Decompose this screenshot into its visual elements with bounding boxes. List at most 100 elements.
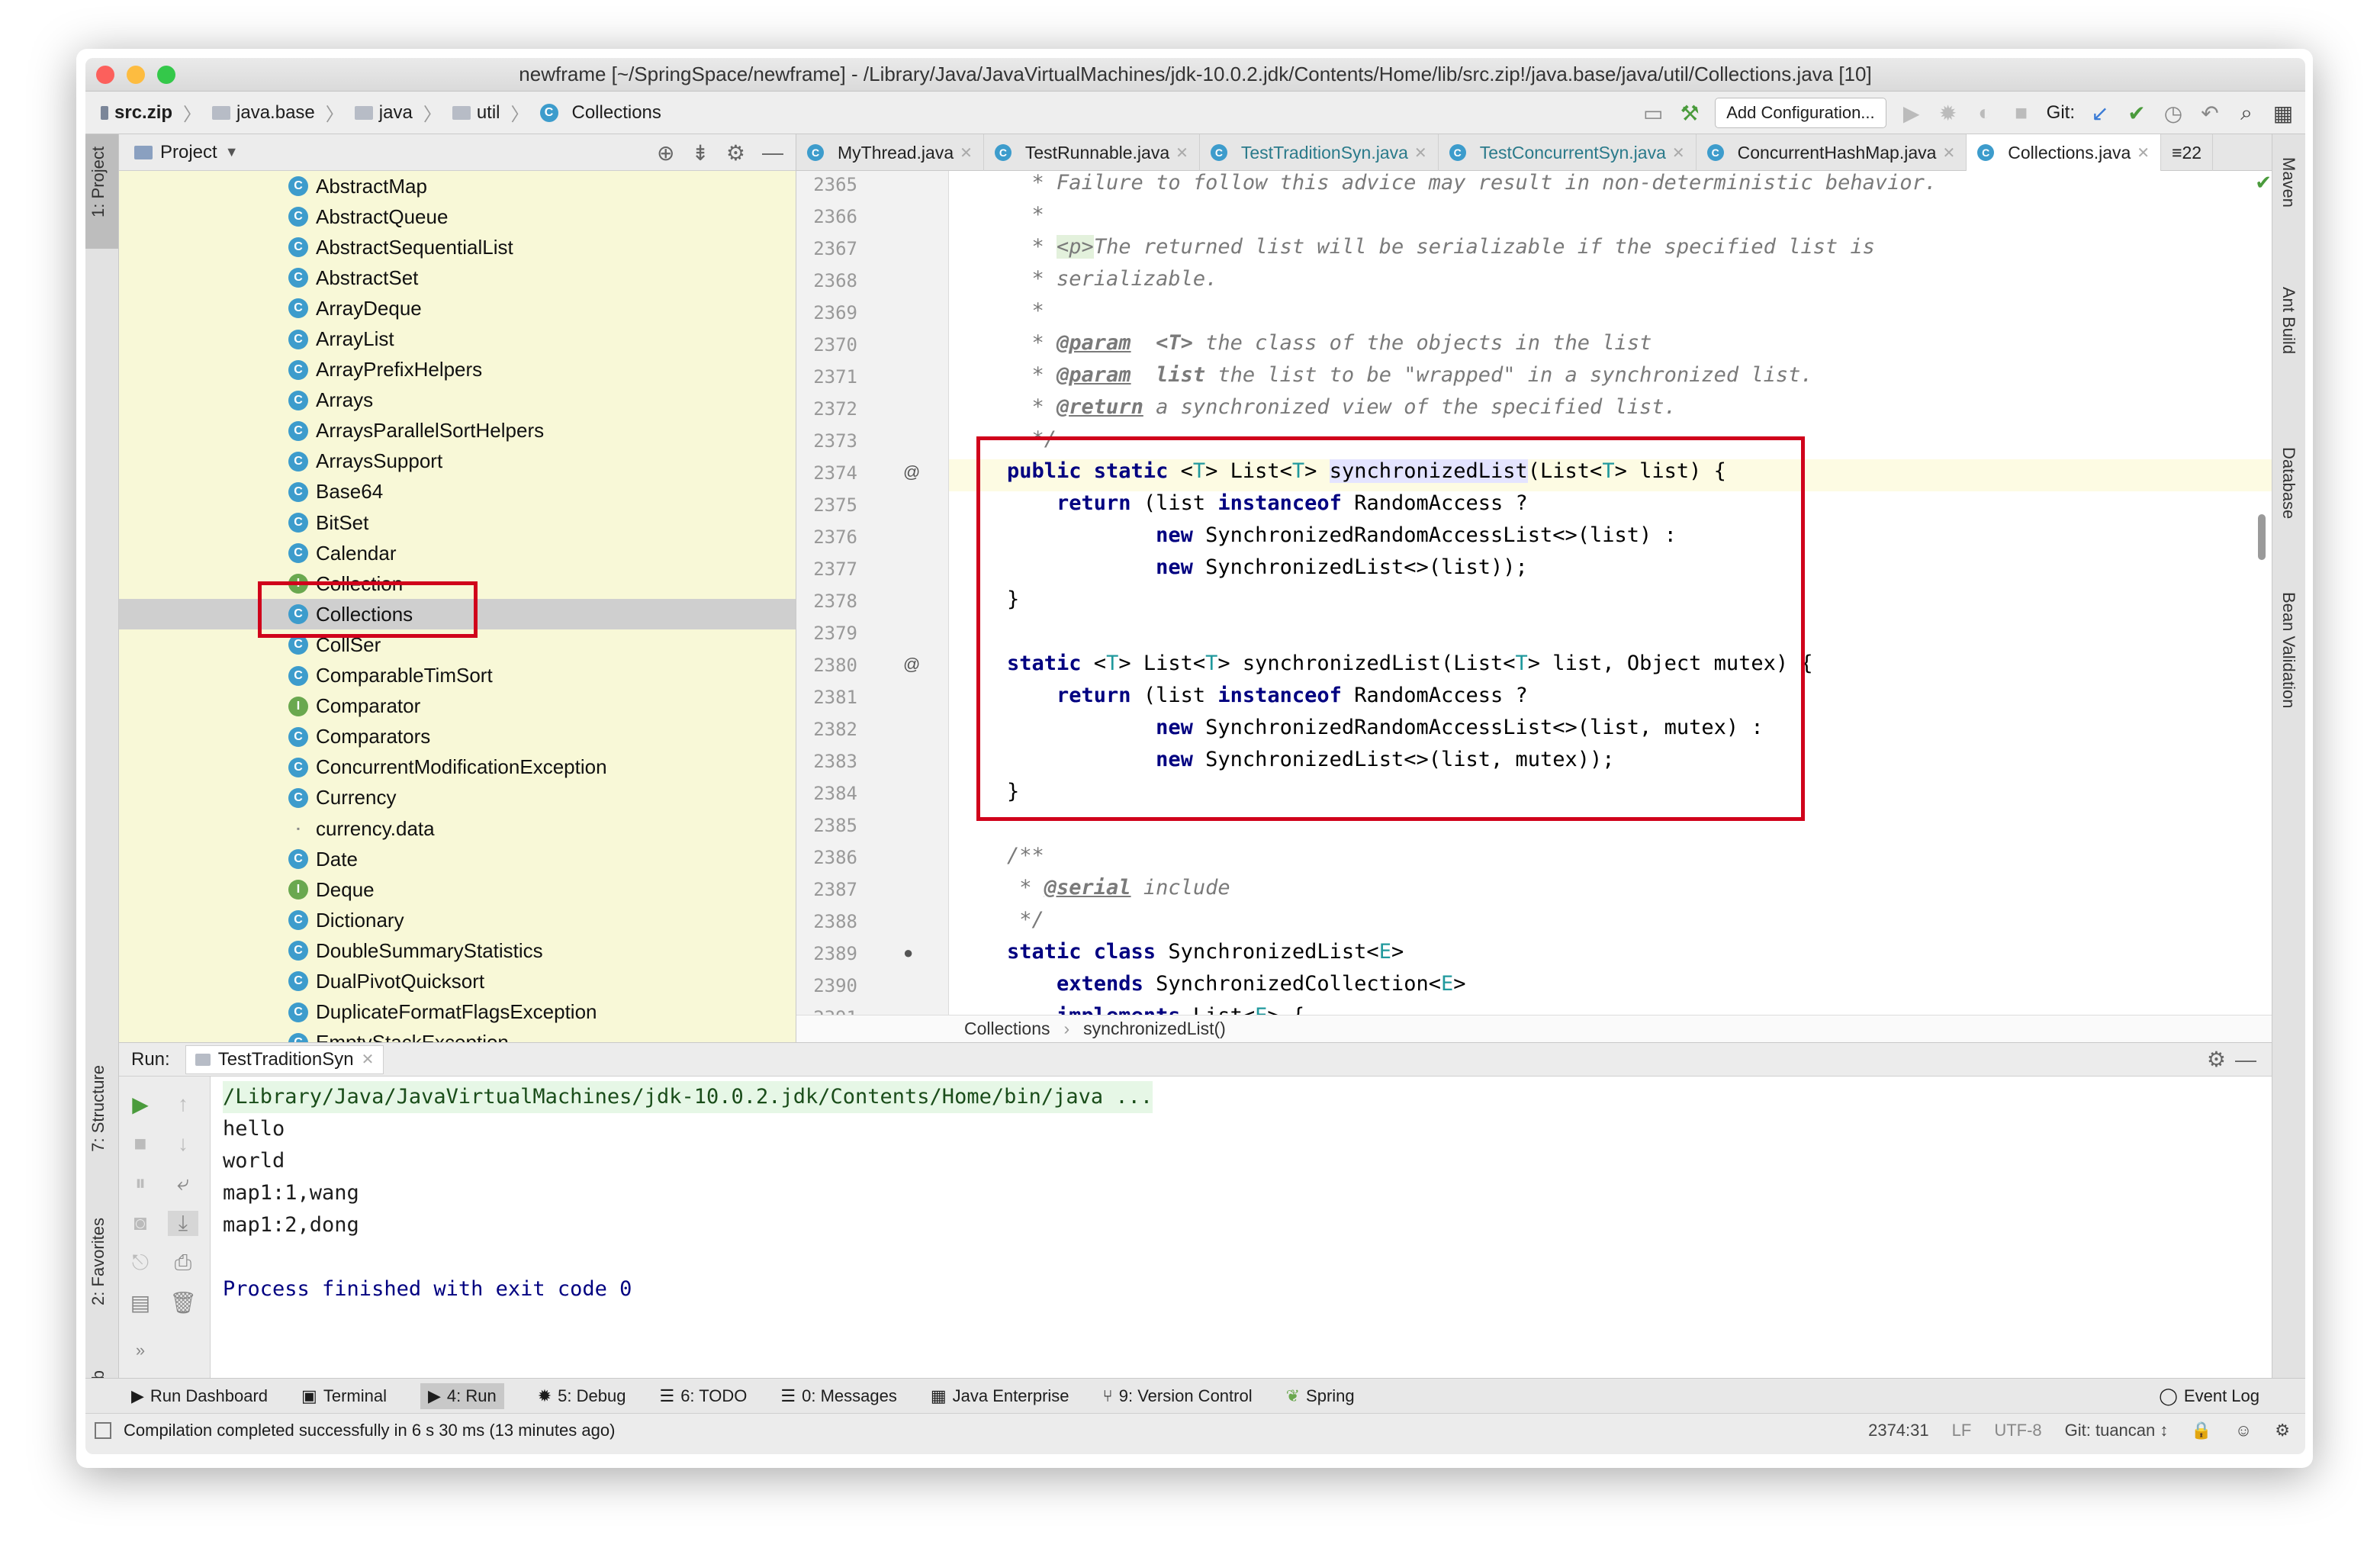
stop-icon[interactable]: ■ — [2010, 101, 2033, 125]
editor-breadcrumb-method[interactable]: synchronizedList() — [1083, 1019, 1226, 1039]
close-window-button[interactable] — [96, 66, 114, 84]
project-panel-title[interactable]: Project — [160, 142, 217, 163]
trash-icon[interactable]: 🗑 — [168, 1290, 198, 1315]
breadcrumb-java-base[interactable]: java.base — [236, 102, 315, 124]
tree-item[interactable]: C ArrayList — [119, 323, 796, 354]
editor-scrollbar[interactable] — [2258, 514, 2266, 560]
tree-item[interactable]: C DuplicateFormatFlagsException — [119, 997, 796, 1028]
git-update-icon[interactable]: ↙ — [2089, 101, 2111, 126]
hide-icon[interactable]: — — [762, 140, 783, 166]
tool-tab-database[interactable]: Database — [2279, 447, 2298, 519]
tool-tab-run[interactable]: ▶ 4: Run — [420, 1382, 504, 1409]
debug-icon[interactable]: ✹ — [1937, 101, 1960, 126]
tree-item[interactable]: C ArrayDeque — [119, 293, 796, 323]
gear-icon[interactable]: ⚙ — [2207, 1047, 2226, 1072]
pause-icon[interactable]: ⏸ — [125, 1171, 156, 1196]
arrow-down-icon[interactable]: ↓ — [168, 1131, 198, 1156]
tool-tab-todo[interactable]: ☰ 6: TODO — [659, 1386, 747, 1406]
project-structure-icon[interactable]: ▦ — [2272, 101, 2295, 126]
breadcrumb-collections[interactable]: Collections — [572, 102, 661, 124]
hide-icon[interactable]: — — [2235, 1048, 2256, 1072]
tree-item[interactable]: C ConcurrentModificationException — [119, 752, 796, 783]
file-encoding[interactable]: UTF-8 — [1994, 1421, 2041, 1440]
tree-item[interactable]: C BitSet — [119, 507, 796, 538]
close-icon[interactable]: ✕ — [362, 1050, 375, 1069]
gear-icon[interactable]: ⚙ — [726, 140, 745, 166]
tree-item[interactable]: C EmptyStackException — [119, 1028, 796, 1042]
breadcrumb-src-zip[interactable]: src.zip — [114, 102, 172, 124]
revert-icon[interactable]: ↶ — [2198, 101, 2221, 126]
tabs-overflow-button[interactable]: ≡22 — [2161, 134, 2214, 171]
caret-position[interactable]: 2374:31 — [1868, 1421, 1929, 1440]
soft-wrap-icon[interactable]: ⤶ — [168, 1171, 198, 1196]
tree-item[interactable]: C Arrays — [119, 385, 796, 416]
layout-icon[interactable]: ▤ — [125, 1290, 156, 1315]
event-log-button[interactable]: ◯ Event Log — [2159, 1386, 2259, 1406]
run-icon[interactable]: ▶ — [1900, 101, 1923, 126]
print-icon[interactable]: ⎙ — [168, 1250, 198, 1276]
close-icon[interactable]: ✕ — [960, 143, 973, 163]
breadcrumb-java[interactable]: java — [379, 102, 413, 124]
editor-breadcrumb-class[interactable]: Collections — [964, 1019, 1050, 1039]
tool-tab-terminal[interactable]: ▣ Terminal — [301, 1386, 387, 1406]
rerun-icon[interactable]: ▶ — [125, 1092, 156, 1117]
close-icon[interactable]: ✕ — [1672, 143, 1685, 163]
tree-item[interactable]: C ComparableTimSort — [119, 661, 796, 691]
close-icon[interactable]: ✕ — [1414, 143, 1427, 163]
chevron-down-icon[interactable]: ▼ — [225, 144, 239, 160]
stop-icon[interactable]: ■ — [125, 1131, 156, 1156]
override-marker-icon[interactable]: @ — [903, 655, 920, 674]
code-area[interactable]: * Failure to follow this advice may resu… — [949, 171, 2272, 1015]
git-branch[interactable]: Git: tuancan ↕ — [2065, 1421, 2169, 1440]
tree-item[interactable]: C AbstractMap — [119, 171, 796, 201]
tree-item[interactable]: I Deque — [119, 874, 796, 905]
add-configuration-button[interactable]: Add Configuration... — [1715, 98, 1886, 128]
tool-tab-project[interactable]: 1: Project — [88, 146, 108, 217]
tool-tab-version-control[interactable]: ⑂ 9: Version Control — [1103, 1386, 1253, 1406]
line-separator[interactable]: LF — [1952, 1421, 1972, 1440]
tree-item[interactable]: ▪ currency.data — [119, 813, 796, 844]
locate-icon[interactable]: ⊕ — [657, 140, 674, 166]
editor-tab[interactable]: C ConcurrentHashMap.java ✕ — [1697, 134, 1967, 171]
tree-item[interactable]: I Comparator — [119, 691, 796, 722]
tree-item[interactable]: C Currency — [119, 783, 796, 813]
arrow-up-icon[interactable]: ↑ — [168, 1092, 198, 1116]
tree-item[interactable]: C AbstractSequentialList — [119, 232, 796, 262]
tool-tab-structure[interactable]: 7: Structure — [88, 1065, 108, 1152]
tool-tab-bean-validation[interactable]: Bean Validation — [2279, 592, 2298, 709]
tool-tab-spring[interactable]: ❦ Spring — [1286, 1386, 1355, 1406]
tool-tab-run-dashboard[interactable]: ▶ Run Dashboard — [131, 1386, 268, 1406]
override-marker-icon[interactable]: @ — [903, 462, 920, 482]
tool-tab-java-enterprise[interactable]: ▦ Java Enterprise — [931, 1386, 1069, 1406]
lock-icon[interactable]: 🔒 — [2191, 1421, 2211, 1440]
tree-item[interactable]: C Dictionary — [119, 905, 796, 935]
editor-tab[interactable]: C MyThread.java ✕ — [796, 134, 984, 171]
tool-windows-toggle-icon[interactable] — [95, 1421, 111, 1439]
close-icon[interactable]: ✕ — [1176, 143, 1188, 163]
tool-tab-messages[interactable]: ☰ 0: Messages — [780, 1386, 896, 1406]
zoom-window-button[interactable] — [157, 66, 175, 84]
terminal-icon[interactable]: ▭ — [1642, 101, 1664, 126]
tree-item[interactable]: C DualPivotQuicksort — [119, 966, 796, 996]
breadcrumb-util[interactable]: util — [477, 102, 500, 124]
tree-item[interactable]: C ArrayPrefixHelpers — [119, 355, 796, 385]
tree-item[interactable]: C Date — [119, 844, 796, 874]
editor-tab[interactable]: C TestRunnable.java ✕ — [984, 134, 1200, 171]
git-commit-icon[interactable]: ✔ — [2125, 101, 2148, 126]
coverage-icon[interactable]: ◐ — [1973, 101, 1996, 125]
search-icon[interactable]: ⌕ — [2235, 101, 2258, 126]
close-icon[interactable]: ✕ — [1942, 143, 1955, 163]
tree-item[interactable]: C Calendar — [119, 538, 796, 568]
editor-tab[interactable]: C Collections.java ✕ — [1967, 134, 2162, 171]
tree-item[interactable]: C DoubleSummaryStatistics — [119, 935, 796, 966]
console-output[interactable]: /Library/Java/JavaVirtualMachines/jdk-10… — [223, 1081, 1153, 1305]
history-icon[interactable]: ◷ — [2162, 101, 2185, 126]
collapse-all-icon[interactable]: ⇟ — [691, 140, 709, 166]
camera-icon[interactable]: ◙ — [125, 1211, 156, 1235]
editor-tab[interactable]: C TestTraditionSyn.java ✕ — [1200, 134, 1439, 171]
minimize-window-button[interactable] — [127, 66, 145, 84]
more-icon[interactable]: » — [125, 1341, 156, 1360]
exit-icon[interactable]: ⎋ — [125, 1250, 156, 1276]
tool-tab-debug[interactable]: ✹ 5: Debug — [538, 1386, 626, 1406]
tree-item[interactable]: C AbstractSet — [119, 262, 796, 293]
